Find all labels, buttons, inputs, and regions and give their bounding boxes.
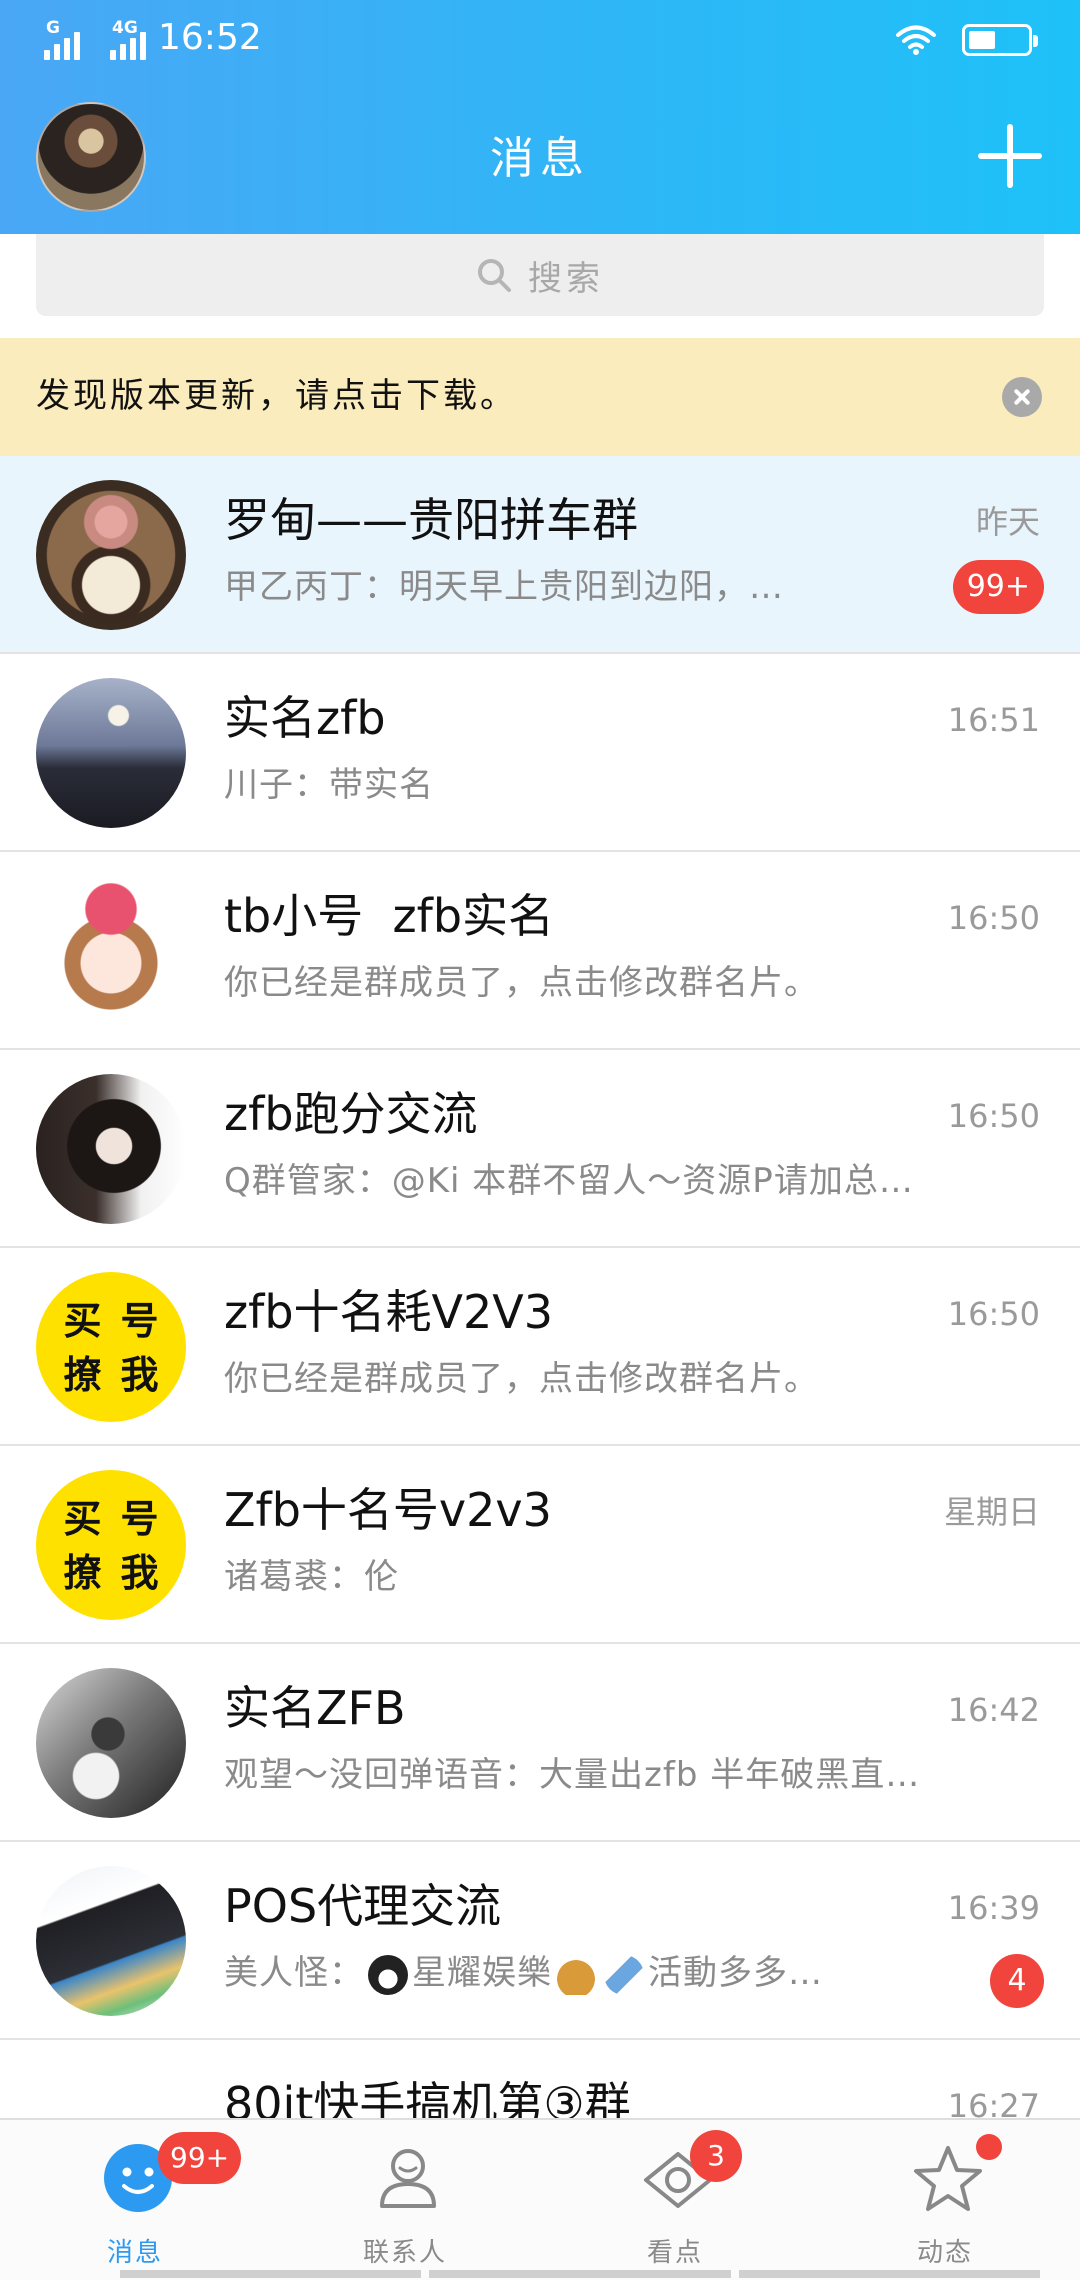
conversation-preview: 美人怪： 星耀娱樂 活動多多… — [224, 1950, 924, 1996]
avatar — [36, 1866, 186, 2016]
conversation-preview: 川子：带实名 — [224, 765, 434, 805]
tab-label: 联系人 — [362, 2238, 447, 2268]
conversation-name: tb小号 zfb实名 — [224, 889, 555, 943]
conversation-list: 罗甸——贵阳拼车群 甲乙丙丁：明天早上贵阳到边阳，… 昨天 99+ 实名zfb … — [0, 456, 1080, 2118]
contacts-icon — [380, 2149, 436, 2208]
feed-dot-badge — [976, 2134, 1002, 2160]
header: G 4G 16:52 消息 — [0, 0, 1080, 234]
conversation-preview: Q群管家：@Ki 本群不留人～资源P请加总… — [224, 1161, 914, 1201]
conversation-name: POS代理交流 — [224, 1879, 502, 1933]
signal-indicators: G 4G — [44, 20, 166, 60]
tab-label: 动态 — [916, 2238, 973, 2268]
avatar-text: 买 — [63, 1497, 102, 1541]
conversation-item[interactable]: 实名ZFB 观望～没回弹语音：大量出zfb 半年破黑直… 16:42 — [0, 1644, 1080, 1842]
conversation-time: 16:50 — [947, 899, 1040, 937]
avatar-text: 号 — [120, 1497, 159, 1541]
conversation-time: 16:39 — [947, 1889, 1040, 1927]
page-title: 消息 — [490, 133, 590, 184]
star-icon — [914, 2146, 982, 2211]
conversation-preview: 你已经是群成员了，点击修改群名片。 — [224, 963, 819, 1003]
conversation-preview: 甲乙丙丁：明天早上贵阳到边阳，… — [224, 567, 784, 607]
status-bar: G 4G 16:52 — [0, 0, 1080, 80]
conversation-item[interactable]: 80it快手搞机第③群 16:27 — [0, 2040, 1080, 2118]
conversation-preview: 你已经是群成员了，点击修改群名片。 — [224, 1359, 819, 1399]
penguin-emoji-icon — [368, 1954, 408, 1995]
update-banner[interactable]: 发现版本更新，请点击下载。 — [0, 338, 1080, 456]
update-banner-text[interactable]: 发现版本更新，请点击下载。 — [36, 372, 517, 420]
conversation-time: 16:50 — [947, 1097, 1040, 1135]
unread-badge: 4 — [990, 1954, 1044, 2008]
avatar — [36, 1668, 186, 1818]
poop-emoji-icon — [556, 1954, 596, 1995]
tab-label: 消息 — [106, 2238, 163, 2268]
conversation-item[interactable]: 罗甸——贵阳拼车群 甲乙丙丁：明天早上贵阳到边阳，… 昨天 99+ — [0, 456, 1080, 654]
preview-text-suffix: 活動多多… — [648, 1953, 823, 1993]
search-placeholder: 搜索 — [528, 258, 604, 299]
conversation-name: 罗甸——贵阳拼车群 — [224, 493, 638, 547]
conversation-item[interactable]: zfb跑分交流 Q群管家：@Ki 本群不留人～资源P请加总… 16:50 — [0, 1050, 1080, 1248]
search-area: 搜索 — [0, 234, 1080, 338]
preview-text: 星耀娱樂 — [412, 1953, 552, 1993]
conversation-name: zfb十名耗V2V3 — [224, 1285, 554, 1339]
battery-level — [969, 31, 995, 49]
avatar: 买 号 撩 我 — [36, 1272, 186, 1422]
conversation-name: 实名zfb — [224, 691, 386, 745]
wifi-icon — [896, 25, 936, 55]
conversation-item[interactable]: 买 号 撩 我 zfb十名耗V2V3 你已经是群成员了，点击修改群名片。 16:… — [0, 1248, 1080, 1446]
status-time: 16:52 — [158, 17, 262, 58]
conversation-time: 16:50 — [947, 1295, 1040, 1333]
avatar-text: 撩 — [63, 1551, 102, 1595]
conversation-time: 16:42 — [947, 1691, 1040, 1729]
avatar — [36, 480, 186, 630]
conversation-item[interactable]: tb小号 zfb实名 你已经是群成员了，点击修改群名片。 16:50 — [0, 852, 1080, 1050]
conversation-preview: 观望～没回弹语音：大量出zfb 半年破黑直… — [224, 1755, 921, 1795]
conversation-item[interactable]: POS代理交流 美人怪： 星耀娱樂 活動多多… 16:39 4 — [0, 1842, 1080, 2040]
avatar-text: 我 — [120, 1551, 159, 1595]
conversation-time: 16:27 — [947, 2087, 1040, 2118]
tab-feed[interactable]: 动态 — [810, 2120, 1080, 2280]
tab-contacts[interactable]: 联系人 — [270, 2120, 540, 2280]
discover-badge: 3 — [690, 2130, 742, 2182]
avatar-text: 撩 — [63, 1353, 102, 1397]
avatar — [36, 1074, 186, 1224]
conversation-time: 16:51 — [947, 701, 1040, 739]
avatar — [36, 876, 186, 1026]
conversation-time: 昨天 — [975, 503, 1040, 541]
conversation-name: 80it快手搞机第③群 — [224, 2077, 631, 2118]
bottom-nav: 99+ 消息 联系人 3 看点 动态 — [0, 2118, 1080, 2280]
airplane-emoji-icon — [604, 1954, 644, 1995]
search-icon — [478, 259, 511, 292]
conversation-preview: 诸葛裘：伦 — [224, 1557, 399, 1597]
avatar-text: 买 — [63, 1299, 102, 1343]
avatar-text: 号 — [120, 1299, 159, 1343]
status-right — [896, 24, 1038, 56]
unread-badge: 99+ — [952, 560, 1044, 614]
conversation-time: 星期日 — [943, 1493, 1040, 1531]
close-icon[interactable] — [1002, 377, 1042, 417]
signal-1-icon: G — [44, 20, 100, 60]
tab-label: 看点 — [646, 2238, 703, 2268]
conversation-item[interactable]: 实名zfb 川子：带实名 16:51 — [0, 654, 1080, 852]
messages-badge: 99+ — [158, 2132, 242, 2184]
title-bar: 消息 — [0, 80, 1080, 234]
conversation-name: Zfb十名号v2v3 — [224, 1483, 552, 1537]
conversation-name: 实名ZFB — [224, 1681, 406, 1735]
tab-discover[interactable]: 3 看点 — [540, 2120, 810, 2280]
avatar — [36, 678, 186, 828]
avatar — [36, 2064, 186, 2118]
gesture-bar — [120, 2270, 1040, 2278]
conversation-item[interactable]: 买 号 撩 我 Zfb十名号v2v3 诸葛裘：伦 星期日 — [0, 1446, 1080, 1644]
conversation-name: zfb跑分交流 — [224, 1087, 478, 1141]
avatar-text: 我 — [120, 1353, 159, 1397]
tab-messages[interactable]: 99+ 消息 — [0, 2120, 270, 2280]
add-button[interactable] — [972, 118, 1048, 194]
battery-icon — [962, 24, 1038, 56]
avatar: 买 号 撩 我 — [36, 1470, 186, 1620]
search-input[interactable]: 搜索 — [36, 234, 1044, 316]
preview-sender: 美人怪： — [224, 1953, 364, 1993]
